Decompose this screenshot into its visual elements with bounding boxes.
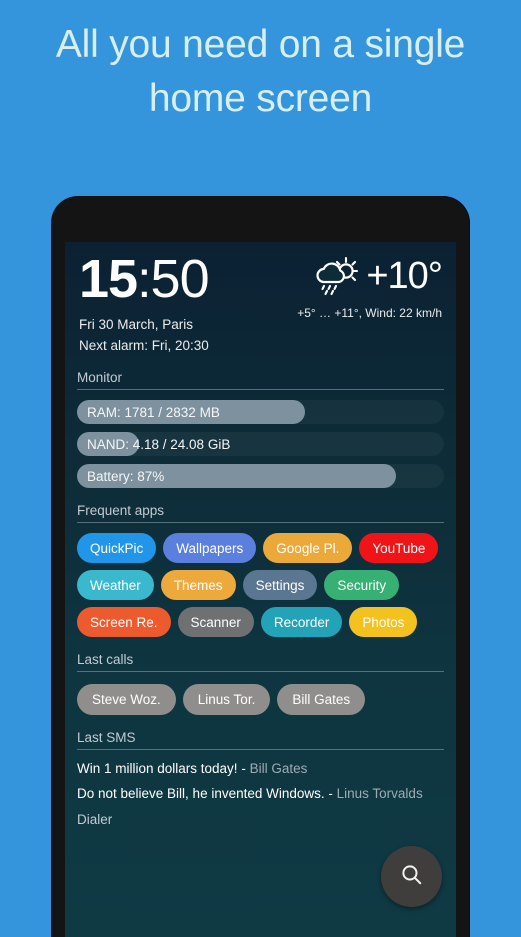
last-sms-section: Last SMS Win 1 million dollars today! - … [77, 730, 444, 827]
clock-separator: : [137, 251, 151, 309]
app-chip-themes[interactable]: Themes [160, 570, 236, 601]
app-chip-quickpic[interactable]: QuickPic [77, 533, 157, 564]
section-divider [77, 671, 444, 673]
sms-text: Do not believe Bill, he invented Windows… [77, 785, 337, 801]
monitor-bars: RAM: 1781 / 2832 MB NAND: 4.18 / 24.08 G… [77, 390, 444, 489]
sms-item[interactable]: Do not believe Bill, he invented Windows… [77, 784, 444, 804]
app-chip-settings[interactable]: Settings [242, 570, 318, 601]
next-alarm-label[interactable]: Next alarm: Fri, 20:30 [79, 336, 209, 356]
search-icon [399, 862, 424, 892]
last-sms-section-title: Last SMS [77, 730, 136, 746]
app-chip-weather[interactable]: Weather [77, 570, 154, 601]
section-divider [77, 522, 444, 524]
headline-line-1: All you need on a single [55, 23, 466, 66]
phone-mockup: 15:50 Fri 30 March, Paris Next alarm: Fr… [52, 197, 469, 937]
monitor-bar-ram[interactable]: RAM: 1781 / 2832 MB [77, 400, 444, 425]
weather-details: +5° … +11°, Wind: 22 km/h [297, 306, 442, 320]
app-chip-scanner[interactable]: Scanner [177, 607, 254, 638]
phone-screen: 15:50 Fri 30 March, Paris Next alarm: Fr… [65, 242, 456, 937]
monitor-bar-nand[interactable]: NAND: 4.18 / 24.08 GiB [77, 432, 444, 457]
last-calls-section: Last calls Steve Woz. Linus Tor. Bill Gate… [77, 652, 444, 716]
sun-behind-rain-cloud-icon [313, 256, 359, 296]
nand-bar-label: NAND: 4.18 / 24.08 GiB [87, 436, 231, 452]
frequent-apps-section: Frequent apps QuickPic Wallpapers Google P… [77, 503, 444, 638]
app-chip-youtube[interactable]: YouTube [359, 533, 439, 564]
app-chip-recorder[interactable]: Recorder [260, 607, 343, 638]
clock-date-location: Fri 30 March, Paris [79, 317, 194, 332]
frequent-apps-list: QuickPic Wallpapers Google Pl. YouTube Weath… [77, 523, 444, 638]
sms-item[interactable]: Win 1 million dollars today! - Bill Gate… [77, 759, 444, 779]
app-chip-security[interactable]: Security [324, 570, 400, 601]
last-sms-list: Win 1 million dollars today! - Bill Gate… [77, 750, 444, 803]
app-chip-photos[interactable]: Photos [349, 607, 418, 638]
sms-sender: Bill Gates [249, 761, 308, 777]
section-divider [77, 749, 444, 751]
headline-line-2: home screen [148, 76, 373, 120]
sms-sender: Linus Torvalds [336, 785, 423, 801]
frequent-apps-section-title: Frequent apps [77, 503, 165, 519]
section-divider [77, 389, 444, 391]
promo-headline: All you need on a single home screen [0, 0, 521, 126]
clock-weather-widget: 15:50 Fri 30 March, Paris Next alarm: Fr… [77, 242, 444, 355]
weather-widget[interactable]: +10° +5° … +11°, Wind: 22 km/h [297, 252, 444, 355]
monitor-section: Monitor RAM: 1781 / 2832 MB NAND: 4.18 /… [77, 370, 444, 489]
last-calls-list: Steve Woz. Linus Tor. Bill Gates [77, 672, 444, 716]
clock-time[interactable]: 15:50 [79, 249, 210, 309]
app-chip-screen-re[interactable]: Screen Re. [77, 607, 171, 638]
weather-temperature: +10° [366, 255, 443, 297]
dialer-section-title: Dialer [77, 812, 113, 828]
monitor-section-title: Monitor [77, 370, 123, 386]
app-chip-wallpapers[interactable]: Wallpapers [163, 533, 257, 564]
last-calls-section-title: Last calls [77, 652, 134, 668]
contact-chip-bill-gates[interactable]: Bill Gates [277, 684, 366, 716]
battery-bar-label: Battery: 87% [87, 468, 165, 484]
search-fab-button[interactable] [381, 846, 442, 907]
sms-text: Win 1 million dollars today! - [77, 761, 250, 777]
clock-widget[interactable]: 15:50 Fri 30 March, Paris Next alarm: Fr… [77, 249, 210, 356]
monitor-bar-battery[interactable]: Battery: 87% [77, 464, 444, 489]
contact-chip-steve-woz[interactable]: Steve Woz. [77, 684, 176, 716]
contact-chip-linus-tor[interactable]: Linus Tor. [182, 684, 271, 716]
clock-hours: 15 [79, 249, 138, 309]
app-chip-google-pl[interactable]: Google Pl. [263, 533, 353, 564]
ram-bar-label: RAM: 1781 / 2832 MB [87, 404, 220, 420]
clock-minutes: 50 [150, 249, 210, 309]
